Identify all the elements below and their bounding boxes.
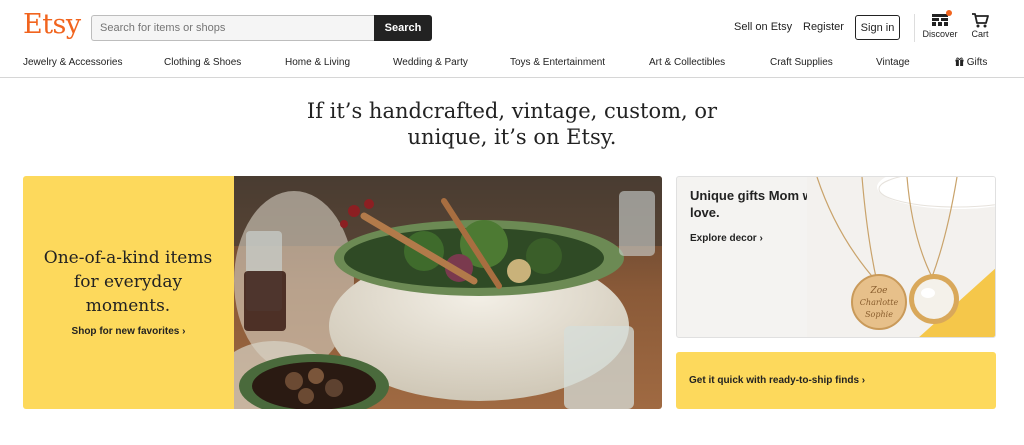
hero-title: One-of-a-kind items for everyday moments… xyxy=(43,248,213,316)
ready-to-ship-card[interactable]: Get it quick with ready-to-ship finds › xyxy=(676,352,996,409)
category-gifts-label: Gifts xyxy=(966,57,988,68)
search-bar: Search xyxy=(91,15,432,41)
cart-button[interactable]: Cart xyxy=(966,12,994,39)
category-clothing-shoes[interactable]: Clothing & Shoes xyxy=(164,57,241,68)
engraving-line-2: Charlotte xyxy=(860,298,899,307)
sign-in-button[interactable]: Sign in xyxy=(855,15,900,40)
shop-new-favorites-link[interactable]: Shop for new favorites › xyxy=(23,326,234,337)
category-jewelry-accessories[interactable]: Jewelry & Accessories xyxy=(23,57,122,68)
headline-line-2: unique, it’s on Etsy. xyxy=(407,125,617,149)
cart-icon xyxy=(966,12,994,29)
register-link[interactable]: Register xyxy=(803,21,844,33)
category-nav: Jewelry & Accessories Clothing & Shoes H… xyxy=(0,52,1024,78)
etsy-logo[interactable]: Etsy xyxy=(23,9,81,40)
discover-icon xyxy=(920,10,960,29)
page-headline: If it’s handcrafted, vintage, custom, or… xyxy=(0,98,1024,150)
hero-text-panel: One-of-a-kind items for everyday moments… xyxy=(23,176,234,409)
engraving-line-3: Sophie xyxy=(865,310,893,319)
cart-label: Cart xyxy=(971,29,989,39)
category-toys-entertainment[interactable]: Toys & Entertainment xyxy=(510,57,605,68)
category-home-living[interactable]: Home & Living xyxy=(285,57,350,68)
category-art-collectibles[interactable]: Art & Collectibles xyxy=(649,57,725,68)
hero-banner[interactable]: One-of-a-kind items for everyday moments… xyxy=(23,176,662,409)
headline-line-1: If it’s handcrafted, vintage, custom, or xyxy=(306,99,718,123)
search-input[interactable] xyxy=(91,15,374,41)
ready-to-ship-link[interactable]: Get it quick with ready-to-ship finds › xyxy=(689,375,865,386)
explore-decor-link[interactable]: Explore decor › xyxy=(690,233,763,244)
engraving-line-1: Zoe xyxy=(870,286,888,296)
notification-dot xyxy=(946,10,952,16)
discover-label: Discover xyxy=(922,29,958,39)
discover-button[interactable]: Discover xyxy=(920,10,960,39)
category-craft-supplies[interactable]: Craft Supplies xyxy=(770,57,833,68)
sell-on-etsy-link[interactable]: Sell on Etsy xyxy=(734,21,792,33)
hero-image-salad-table xyxy=(234,176,662,409)
category-wedding-party[interactable]: Wedding & Party xyxy=(393,57,468,68)
header-divider xyxy=(914,14,915,42)
necklace-image: Zoe Charlotte Sophie xyxy=(807,177,995,337)
site-header: Etsy Search Sell on Etsy Register Sign i… xyxy=(0,0,1024,52)
gifts-for-mom-card[interactable]: Unique gifts Mom will love. Explore deco… xyxy=(676,176,996,338)
category-vintage[interactable]: Vintage xyxy=(876,57,910,68)
category-gifts[interactable]: Gifts xyxy=(955,57,987,68)
search-button[interactable]: Search xyxy=(374,15,432,41)
gift-icon xyxy=(955,57,964,66)
